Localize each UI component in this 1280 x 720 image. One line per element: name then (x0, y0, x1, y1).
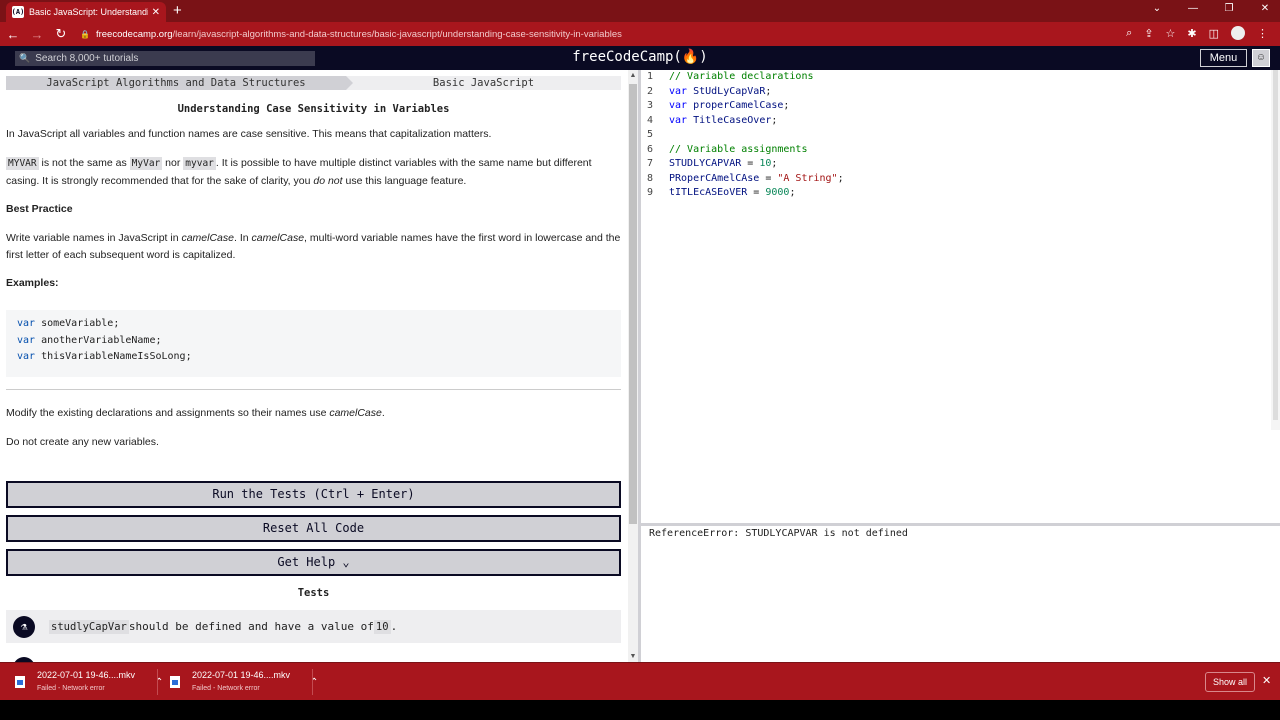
best-practice-heading: Best Practice (6, 203, 73, 215)
challenge-title: Understanding Case Sensitivity in Variab… (177, 103, 450, 115)
extensions-icon[interactable]: ✱ (1187, 27, 1196, 40)
tests-heading: Tests (297, 587, 330, 599)
editor-line: 9 tITLEcASEoVER = 9000; (646, 187, 796, 198)
tab-close-icon[interactable]: ✕ (152, 7, 160, 18)
inline-code: MYVAR (6, 157, 39, 170)
get-help-button[interactable]: Get Help ⌄ (6, 549, 621, 576)
editor-line: 8 PRoperCAmelCAse = "A String"; (646, 172, 844, 184)
download-separator (312, 669, 313, 695)
inline-code: myvar (183, 157, 216, 170)
close-window-icon[interactable]: ✕ (1258, 3, 1272, 14)
download-bar: 2022-07-01 19-46....mkv Failed - Network… (0, 662, 1280, 700)
reset-code-button[interactable]: Reset All Code (6, 515, 621, 542)
restore-icon[interactable]: ❐ (1222, 3, 1236, 14)
paragraph-camelcase: Write variable names in JavaScript in ca… (6, 232, 621, 261)
download-status: Failed - Network error (37, 685, 105, 692)
console-output: ReferenceError: STUDLYCAPVAR is not defi… (641, 526, 1280, 662)
editor-line: 4 var TitleCaseOver; (646, 114, 778, 126)
editor-line: 5 (646, 129, 653, 140)
browser-tab-bar: (A) Basic JavaScript: Understanding C ✕ … (0, 0, 1280, 22)
paragraph-intro: In JavaScript all variables and function… (6, 128, 492, 140)
editor-line: 7 STUDLYCAPVAR = 10; (646, 158, 778, 169)
fcc-navbar: 🔍 Search 8,000+ tutorials freeCodeCamp(🔥… (0, 46, 1280, 70)
download-filename: 2022-07-01 19-46....mkv (37, 670, 136, 680)
address-bar-actions: ⌕ ⇪ ☆ ✱ ◫ ⋮ (1126, 26, 1268, 40)
letterbox-bottom (0, 700, 1280, 720)
editor-scrollbar-thumb[interactable] (1273, 70, 1278, 420)
editor-scrollbar[interactable] (1271, 70, 1280, 430)
code-editor[interactable]: 1// Variable declarations 2 var StUdLyCap… (641, 70, 1280, 524)
paragraph-case: MYVAR is not the same as MyVar nor myvar… (6, 157, 592, 187)
close-icon[interactable]: ✕ (1262, 674, 1271, 687)
example-code-block: var someVariable; var anotherVariableNam… (6, 310, 621, 377)
forward-icon[interactable]: → (26, 27, 48, 42)
example-line: var anotherVariableName; (17, 334, 162, 346)
download-status: Failed - Network error (192, 685, 260, 692)
flask-icon: ⚗ (13, 615, 35, 638)
editor-line: 2 var StUdLyCapVaR; (646, 85, 772, 97)
window-controls: ⌄ — ❐ ✕ (1150, 3, 1272, 14)
inline-code: MyVar (129, 157, 163, 170)
profile-avatar[interactable] (1231, 26, 1245, 40)
test-item: ⚗ studlyCapVar should be defined and hav… (6, 610, 621, 643)
side-panel-icon[interactable]: ◫ (1209, 27, 1219, 40)
test-item-partial: ⚗ (6, 651, 621, 662)
browser-tab[interactable]: (A) Basic JavaScript: Understanding C ✕ (6, 2, 166, 22)
minimize-icon[interactable]: — (1186, 3, 1200, 14)
download-filename: 2022-07-01 19-46....mkv (192, 670, 291, 680)
editor-line: 6// Variable assignments (646, 143, 808, 155)
download-item[interactable]: 2022-07-01 19-46....mkv Failed - Network… (170, 667, 318, 697)
test-value: 10 (373, 619, 391, 634)
share-icon[interactable]: ⇪ (1144, 27, 1153, 40)
bookmark-star-icon[interactable]: ☆ (1166, 27, 1176, 40)
run-tests-button[interactable]: Run the Tests (Ctrl + Enter) (6, 481, 621, 508)
file-icon (15, 676, 25, 688)
breadcrumb: JavaScript Algorithms and Data Structure… (6, 76, 621, 90)
download-separator (157, 669, 158, 695)
back-icon[interactable]: ← (2, 27, 24, 42)
examples-heading: Examples: (6, 277, 59, 289)
download-item[interactable]: 2022-07-01 19-46....mkv Failed - Network… (15, 667, 163, 697)
url-path: /learn/javascript-algorithms-and-data-st… (172, 28, 622, 40)
scroll-up-icon[interactable]: ▲ (628, 72, 638, 79)
scrollbar-thumb[interactable] (629, 84, 637, 524)
menu-button[interactable]: Menu (1200, 49, 1247, 67)
fcc-favicon-icon: (A) (11, 6, 25, 18)
editor-line: 1// Variable declarations (646, 71, 814, 82)
tab-search-chevron-icon[interactable]: ⌄ (1150, 3, 1164, 14)
reload-icon[interactable]: ↻ (50, 26, 72, 42)
user-avatar[interactable]: ☺ (1252, 49, 1270, 67)
browser-menu-icon[interactable]: ⋮ (1257, 27, 1268, 40)
example-line: var someVariable; (17, 318, 120, 329)
breadcrumb-superblock[interactable]: JavaScript Algorithms and Data Structure… (6, 76, 353, 90)
address-bar: ← → ↻ 🔒 freecodecamp.org/learn/javascrip… (0, 22, 1280, 46)
url-field[interactable]: 🔒 freecodecamp.org/learn/javascript-algo… (80, 29, 622, 40)
test-code: studlyCapVar (49, 619, 129, 634)
instructions-pane: JavaScript Algorithms and Data Structure… (0, 70, 628, 662)
instructions-scrollbar[interactable]: ▲ ▼ (628, 70, 638, 662)
breadcrumb-block[interactable]: Basic JavaScript (346, 76, 621, 90)
file-icon (170, 676, 180, 688)
paragraph-task: Modify the existing declarations and ass… (6, 407, 385, 419)
example-line: var thisVariableNameIsSoLong; (17, 351, 192, 362)
lock-icon: 🔒 (80, 29, 90, 39)
divider (6, 389, 621, 390)
scroll-down-icon[interactable]: ▼ (628, 653, 638, 660)
tab-title: Basic JavaScript: Understanding C (29, 7, 148, 17)
show-all-button[interactable]: Show all (1205, 672, 1255, 692)
new-tab-icon[interactable]: + (173, 2, 182, 20)
paragraph-no-new-vars: Do not create any new variables. (6, 436, 159, 448)
fcc-logo[interactable]: freeCodeCamp(🔥) (0, 49, 1280, 65)
url-host: freecodecamp.org (95, 28, 173, 40)
zoom-icon[interactable]: ⌕ (1126, 27, 1132, 40)
editor-line: 3 var properCamelCase; (646, 100, 790, 111)
